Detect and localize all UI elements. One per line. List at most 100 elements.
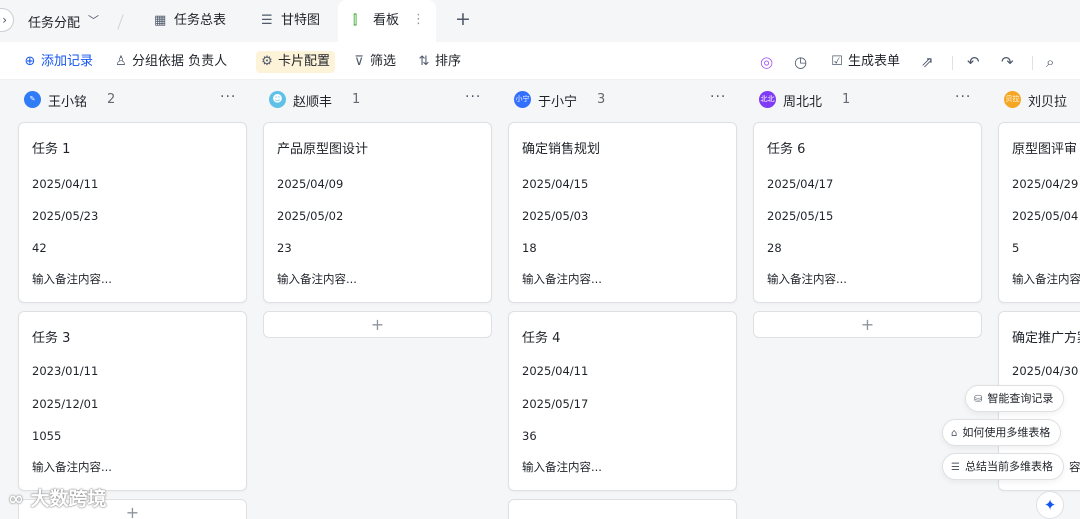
card-title: 原型图评审 — [1012, 142, 1078, 157]
smart-query-button[interactable]: ⛁ 智能查询记录 — [965, 385, 1065, 412]
record-card[interactable]: 任务 4 2025/04/11 2025/05/17 36 输入备注内容... — [508, 311, 737, 491]
card-start-date: 2025/04/15 — [522, 177, 589, 191]
card-note[interactable]: 输入备注内容... — [32, 271, 112, 287]
group-by-label: 分组依据 负责人 — [132, 54, 228, 69]
record-card[interactable]: 任务 6 2025/04/17 2025/05/15 28 输入备注内容... — [753, 122, 982, 303]
tab-label: 任务总表 — [174, 13, 227, 28]
more-horizontal-icon[interactable]: ··· — [955, 89, 971, 105]
list-icon: ☰ — [951, 462, 960, 473]
card-note[interactable]: 输入备注内容... — [767, 271, 847, 287]
add-tab-icon[interactable]: + — [455, 8, 471, 30]
card-config-button[interactable]: ⚙ 卡片配置 — [256, 51, 336, 73]
avatar: 贝拉 — [1004, 91, 1021, 108]
avatar: 小宁 — [514, 91, 531, 108]
card-start-date: 2025/04/11 — [522, 364, 589, 378]
column-header: ☻ 赵顺丰 1 ··· — [263, 80, 492, 118]
card-note[interactable]: 输入备注内容... — [32, 459, 112, 475]
chevron-right-icon[interactable]: › — [0, 8, 14, 32]
ai-assistant-icon[interactable]: ◎ — [760, 51, 773, 73]
add-card-button[interactable]: + — [753, 311, 982, 338]
redo-icon[interactable]: ↷ — [1001, 51, 1014, 73]
card-number: 42 — [32, 241, 47, 255]
card-note[interactable]: 输入备注内容... — [522, 459, 602, 475]
column-count: 2 — [107, 92, 116, 107]
card-title: 任务 1 — [32, 142, 71, 157]
kanban-column: 北北 周北北 1 ··· 任务 6 2025/04/17 2025/05/15 … — [753, 80, 982, 519]
card-note[interactable]: 输入备注内容... — [522, 271, 602, 287]
card-title: 任务 6 — [767, 142, 806, 157]
card-end-date: 2025/05/02 — [277, 209, 344, 223]
card-start-date: 2025/04/11 — [32, 177, 99, 191]
column-name: 于小宁 — [538, 95, 578, 110]
grid-table-icon: ▦ — [154, 13, 167, 28]
record-card[interactable]: 任务 3 2023/01/11 2025/12/01 1055 输入备注内容..… — [18, 311, 247, 491]
kanban-icon: ⫿ — [353, 13, 358, 28]
column-header: ✎ 王小铭 2 ··· — [18, 80, 247, 118]
generate-form-label: 生成表单 — [848, 54, 901, 69]
more-horizontal-icon[interactable]: ··· — [710, 89, 726, 105]
group-by-button[interactable]: ♙ 分组依据 负责人 — [113, 51, 227, 73]
card-note[interactable]: 容 — [1069, 459, 1080, 475]
column-name: 赵顺丰 — [293, 95, 333, 110]
more-horizontal-icon[interactable]: ··· — [220, 89, 236, 105]
divider — [1032, 56, 1033, 70]
sort-button[interactable]: ⇅ 排序 — [416, 51, 461, 73]
card-note[interactable]: 输入备注内容... — [277, 271, 357, 287]
watermark-brand: 大数跨境 — [30, 488, 107, 510]
add-record-button[interactable]: ⊕ 添加记录 — [22, 51, 93, 73]
sort-label: 排序 — [435, 54, 462, 69]
column-header: 北北 周北北 1 ··· — [753, 80, 982, 118]
card-title: 确定销售规划 — [522, 142, 601, 157]
record-card[interactable]: 确定销售规划 2025/04/15 2025/05/03 18 输入备注内容..… — [508, 122, 737, 303]
record-card[interactable] — [508, 499, 737, 519]
top-tab-bar: › 任务分配 ﹀ ▦ 任务总表 ☰ 甘特图 ⫿ 看板 ⋮ + — [0, 0, 1080, 42]
tab-label: 看板 — [373, 13, 400, 28]
summarize-button[interactable]: ☰ 总结当前多维表格 — [942, 453, 1064, 480]
card-number: 28 — [767, 241, 782, 255]
card-note[interactable]: 输入备注内容... — [1012, 271, 1080, 287]
table-title[interactable]: 任务分配 — [28, 12, 80, 31]
card-end-date: 2025/05/04 — [1012, 209, 1079, 223]
sort-icon: ⇅ — [418, 54, 430, 69]
card-config-label: 卡片配置 — [278, 54, 331, 69]
chevron-down-icon[interactable]: ﹀ — [88, 12, 99, 28]
column-name: 王小铭 — [48, 95, 88, 110]
card-end-date: 2025/05/23 — [32, 209, 99, 223]
tab-task-table[interactable]: ▦ 任务总表 — [152, 0, 244, 42]
record-card[interactable]: 原型图评审 2025/04/29 2025/05/04 5 输入备注内容... — [998, 122, 1080, 303]
avatar: 北北 — [759, 91, 776, 108]
column-header: 小宁 于小宁 3 ··· — [508, 80, 737, 118]
undo-icon[interactable]: ↶ — [967, 51, 980, 73]
column-count: 3 — [597, 92, 606, 107]
card-start-date: 2025/04/30 — [1012, 364, 1079, 378]
record-card[interactable]: 任务 1 2025/04/11 2025/05/23 42 输入备注内容... — [18, 122, 247, 303]
more-horizontal-icon[interactable]: ··· — [465, 89, 481, 105]
card-start-date: 2023/01/11 — [32, 364, 99, 378]
history-icon[interactable]: ◷ — [794, 51, 807, 73]
share-icon[interactable]: ⇗ — [921, 51, 934, 73]
card-number: 5 — [1012, 241, 1020, 255]
divider — [952, 56, 953, 70]
more-vertical-icon[interactable]: ⋮ — [412, 12, 425, 27]
card-title: 产品原型图设计 — [277, 142, 369, 157]
card-number: 36 — [522, 429, 537, 443]
tab-gantt[interactable]: ☰ 甘特图 — [259, 0, 334, 42]
add-card-button[interactable]: + — [263, 311, 492, 338]
filter-button[interactable]: ⊽ 筛选 — [351, 51, 396, 73]
search-list-icon[interactable]: ⌕ — [1046, 51, 1054, 73]
card-end-date: 2025/12/01 — [32, 397, 99, 411]
divider — [117, 14, 124, 30]
record-card[interactable]: 产品原型图设计 2025/04/09 2025/05/02 23 输入备注内容.… — [263, 122, 492, 303]
card-end-date: 2025/05/17 — [522, 397, 589, 411]
how-to-use-button[interactable]: ⌂ 如何使用多维表格 — [942, 419, 1062, 446]
ai-sparkle-icon[interactable]: ✦ — [1036, 491, 1064, 519]
tab-label: 甘特图 — [281, 13, 321, 28]
watermark-logo: ∞ 大数跨境 — [8, 488, 107, 510]
how-to-use-label: 如何使用多维表格 — [962, 426, 1051, 439]
column-name: 刘贝拉 — [1028, 95, 1068, 110]
generate-form-button[interactable]: ☑ 生成表单 — [829, 51, 900, 73]
kanban-column: ✎ 王小铭 2 ··· 任务 1 2025/04/11 2025/05/23 4… — [18, 80, 247, 519]
card-end-date: 2025/05/15 — [767, 209, 834, 223]
database-icon: ⛁ — [974, 394, 983, 405]
card-number: 18 — [522, 241, 537, 255]
